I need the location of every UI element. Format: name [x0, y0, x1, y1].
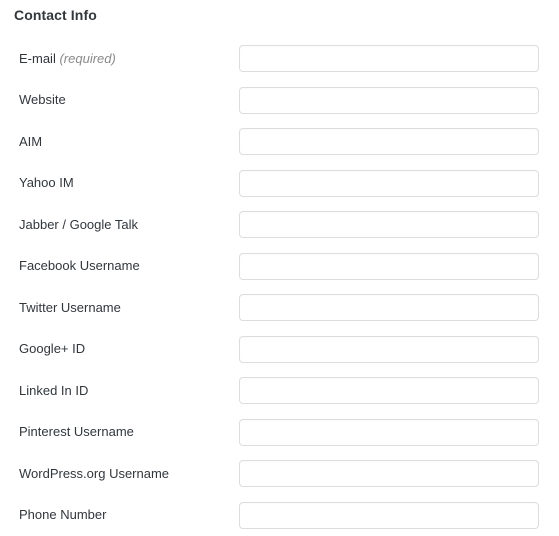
field-label-linked-in-id: Linked In ID [19, 383, 88, 398]
label-text: AIM [19, 134, 42, 149]
aim-input[interactable] [239, 128, 539, 155]
form-rows: E-mail (required) Website AIM Yahoo IM Jabbe… [0, 38, 559, 536]
field-label-twitter-username: Twitter Username [19, 300, 121, 315]
label-text: Website [19, 92, 66, 107]
form-row: E-mail (required) [0, 38, 559, 80]
label-text: Google+ ID [19, 341, 85, 356]
form-row: Yahoo IM [0, 163, 559, 205]
field-label-phone-number: Phone Number [19, 507, 106, 522]
google-plus-id-input[interactable] [239, 336, 539, 363]
label-text: Jabber / Google Talk [19, 217, 138, 232]
label-cell-yahoo-im: Yahoo IM [0, 163, 239, 205]
label-cell-phone-number: Phone Number [0, 495, 239, 536]
field-label-aim: AIM [19, 134, 42, 149]
input-cell-yahoo-im [239, 163, 559, 205]
label-text: Twitter Username [19, 300, 121, 315]
field-label-pinterest-username: Pinterest Username [19, 424, 134, 439]
input-cell-e-mail [239, 38, 559, 80]
label-text: Linked In ID [19, 383, 88, 398]
required-note: (required) [59, 51, 115, 66]
form-row: Twitter Username [0, 287, 559, 329]
label-text: Phone Number [19, 507, 106, 522]
wordpress-org-username-input[interactable] [239, 460, 539, 487]
form-row: AIM [0, 121, 559, 163]
yahoo-im-input[interactable] [239, 170, 539, 197]
field-label-wordpress-org-username: WordPress.org Username [19, 466, 169, 481]
input-cell-google-plus-id [239, 329, 559, 371]
label-cell-aim: AIM [0, 121, 239, 163]
input-cell-facebook-username [239, 246, 559, 288]
input-cell-wordpress-org-username [239, 453, 559, 495]
field-label-facebook-username: Facebook Username [19, 258, 140, 273]
label-cell-twitter-username: Twitter Username [0, 287, 239, 329]
form-row: Phone Number [0, 495, 559, 536]
input-cell-phone-number [239, 495, 559, 536]
label-text: Yahoo IM [19, 175, 74, 190]
twitter-username-input[interactable] [239, 294, 539, 321]
form-row: Facebook Username [0, 246, 559, 288]
page-title: Contact Info [14, 5, 97, 25]
input-cell-aim [239, 121, 559, 163]
label-text: Facebook Username [19, 258, 140, 273]
label-cell-e-mail: E-mail (required) [0, 38, 239, 80]
form-row: Website [0, 80, 559, 122]
input-cell-pinterest-username [239, 412, 559, 454]
contact-info-panel: Contact Info E-mail (required) Website AIM… [0, 0, 559, 535]
e-mail-input[interactable] [239, 45, 539, 72]
field-label-e-mail: E-mail (required) [19, 51, 116, 66]
input-cell-jabber-google-talk [239, 204, 559, 246]
label-cell-linked-in-id: Linked In ID [0, 370, 239, 412]
label-cell-wordpress-org-username: WordPress.org Username [0, 453, 239, 495]
form-row: Google+ ID [0, 329, 559, 371]
label-cell-jabber-google-talk: Jabber / Google Talk [0, 204, 239, 246]
field-label-google-plus-id: Google+ ID [19, 341, 85, 356]
form-row: Jabber / Google Talk [0, 204, 559, 246]
website-input[interactable] [239, 87, 539, 114]
phone-number-input[interactable] [239, 502, 539, 529]
linked-in-id-input[interactable] [239, 377, 539, 404]
label-text: WordPress.org Username [19, 466, 169, 481]
contact-info-form: E-mail (required) Website AIM Yahoo IM Jabbe… [0, 38, 559, 536]
field-label-jabber-google-talk: Jabber / Google Talk [19, 217, 138, 232]
label-text: E-mail [19, 51, 56, 66]
form-row: Pinterest Username [0, 412, 559, 454]
field-label-website: Website [19, 92, 66, 107]
label-cell-google-plus-id: Google+ ID [0, 329, 239, 371]
pinterest-username-input[interactable] [239, 419, 539, 446]
label-text: Pinterest Username [19, 424, 134, 439]
jabber-google-talk-input[interactable] [239, 211, 539, 238]
input-cell-website [239, 80, 559, 122]
input-cell-twitter-username [239, 287, 559, 329]
label-cell-website: Website [0, 80, 239, 122]
label-cell-facebook-username: Facebook Username [0, 246, 239, 288]
form-row: Linked In ID [0, 370, 559, 412]
facebook-username-input[interactable] [239, 253, 539, 280]
input-cell-linked-in-id [239, 370, 559, 412]
label-cell-pinterest-username: Pinterest Username [0, 412, 239, 454]
form-row: WordPress.org Username [0, 453, 559, 495]
field-label-yahoo-im: Yahoo IM [19, 175, 74, 190]
